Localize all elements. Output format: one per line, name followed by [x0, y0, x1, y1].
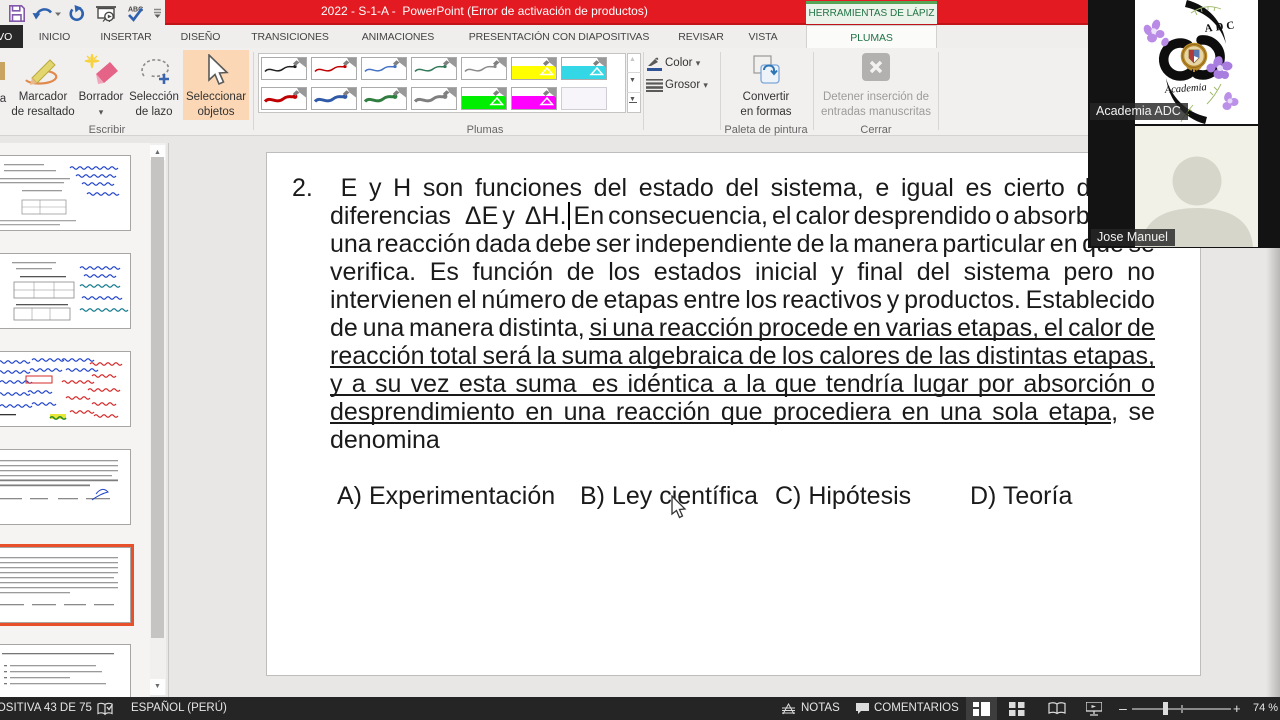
- svg-text:Academia: Academia: [1163, 82, 1207, 96]
- svg-text:ADC: ADC: [1204, 19, 1238, 35]
